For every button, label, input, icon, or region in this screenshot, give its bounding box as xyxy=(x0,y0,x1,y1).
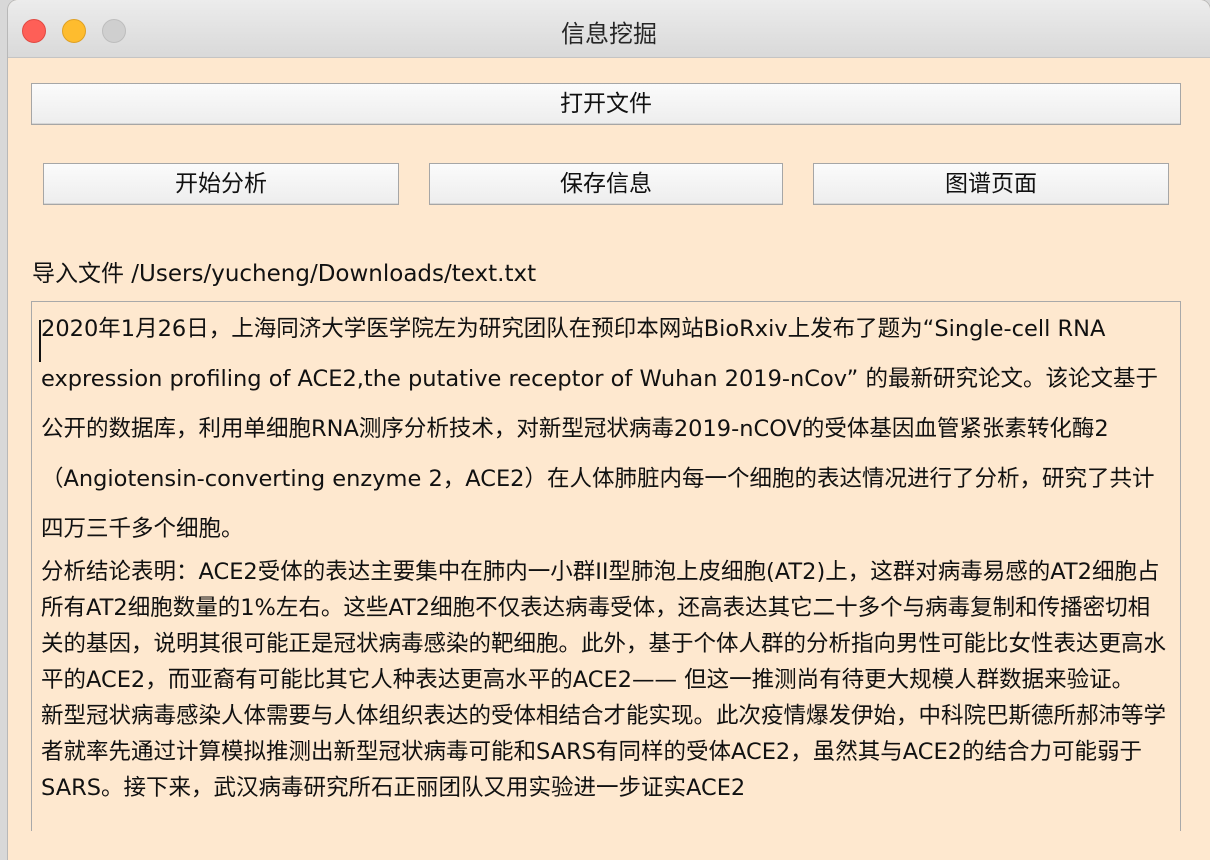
app-window: 信息挖掘 打开文件 开始分析 保存信息 图谱页面 导入文件 /Users/yuc… xyxy=(8,0,1210,860)
text-paragraph: 新型冠状病毒感染人体需要与人体组织表达的受体相结合才能实现。此次疫情爆发伊始，中… xyxy=(41,703,1167,801)
window-title: 信息挖掘 xyxy=(561,20,657,48)
save-info-button[interactable]: 保存信息 xyxy=(429,163,783,205)
text-paragraph: 2020年1月26日，上海同济大学医学院左为研究团队在预印本网站BioRxiv上… xyxy=(41,316,1158,542)
graph-page-button[interactable]: 图谱页面 xyxy=(813,163,1169,205)
open-file-button[interactable]: 打开文件 xyxy=(31,83,1181,125)
imported-file-label: 导入文件 /Users/yucheng/Downloads/text.txt xyxy=(32,261,537,287)
text-cursor xyxy=(39,320,41,362)
start-analysis-button[interactable]: 开始分析 xyxy=(43,163,399,205)
text-paragraph: 分析结论表明：ACE2受体的表达主要集中在肺内一小群II型肺泡上皮细胞(AT2)… xyxy=(41,559,1167,693)
content-text-area[interactable]: 2020年1月26日，上海同济大学医学院左为研究团队在预印本网站BioRxiv上… xyxy=(31,301,1181,831)
title-bar[interactable]: 信息挖掘 xyxy=(8,0,1210,58)
